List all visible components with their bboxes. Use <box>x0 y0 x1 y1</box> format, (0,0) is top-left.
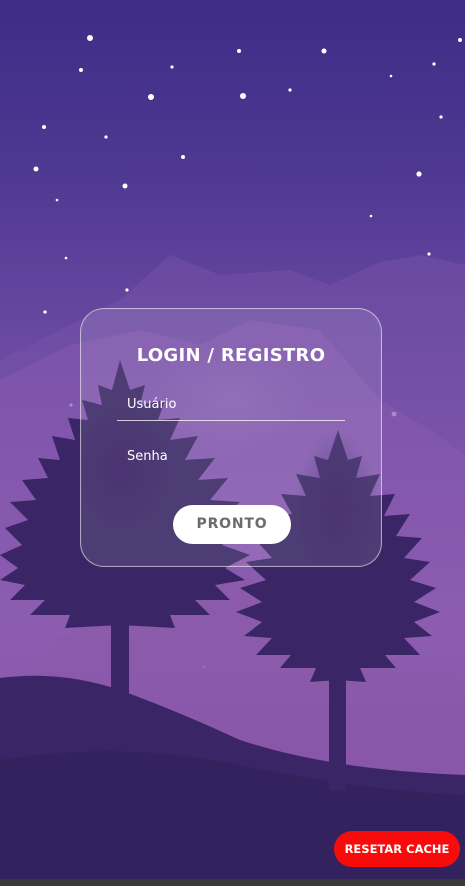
app-screen: LOGIN / REGISTRO Usuário Senha PRONTO RE… <box>0 0 465 879</box>
username-field[interactable]: Usuário <box>117 391 345 421</box>
username-label: Usuário <box>127 397 177 412</box>
login-title: LOGIN / REGISTRO <box>136 345 326 366</box>
bottom-bar <box>0 879 465 886</box>
password-label: Senha <box>127 449 168 464</box>
reset-cache-button[interactable]: RESETAR CACHE <box>334 831 460 867</box>
submit-button[interactable]: PRONTO <box>173 505 291 544</box>
password-field[interactable]: Senha <box>117 443 345 473</box>
login-card: LOGIN / REGISTRO Usuário Senha PRONTO <box>80 308 382 567</box>
